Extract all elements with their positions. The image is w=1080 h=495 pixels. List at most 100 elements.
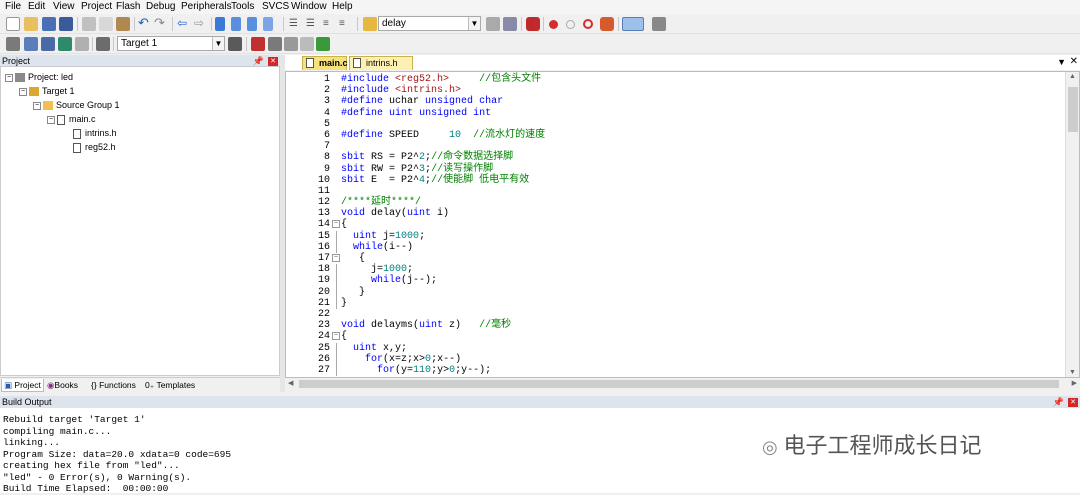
pin-icon[interactable]: 📌 xyxy=(1053,396,1064,408)
fold-guide xyxy=(336,241,337,253)
nav-forward-icon[interactable]: ⇨ xyxy=(194,17,208,31)
bookmark-prev-icon[interactable] xyxy=(231,17,241,31)
translate-icon[interactable] xyxy=(6,37,20,51)
code-text: j=1000; xyxy=(341,264,414,276)
code-editor[interactable]: 1 #include <reg52.h> //包含头文件 2 #include <in… xyxy=(285,71,1080,378)
find-combo[interactable]: delay ▼ xyxy=(378,16,481,31)
collapse-icon[interactable]: − xyxy=(47,115,55,124)
breakpoint-disable-icon[interactable] xyxy=(566,20,575,29)
undo-icon[interactable]: ↶ xyxy=(138,16,152,31)
tab-main-c[interactable]: main.c xyxy=(302,56,348,70)
tab-templates[interactable]: 0₊ Templates xyxy=(143,379,197,392)
breakpoint-kill-all-icon[interactable] xyxy=(600,17,614,31)
code-line: 15 uint j=1000; xyxy=(286,230,1056,242)
horizontal-scrollbar[interactable]: ◀ ▶ xyxy=(285,378,1080,390)
code-text: #define uchar unsigned char xyxy=(341,96,504,108)
breakpoint-disable-all-icon[interactable] xyxy=(583,19,593,29)
line-number: 12 xyxy=(317,197,330,209)
find-in-files-icon[interactable] xyxy=(363,17,377,31)
scroll-down-icon[interactable]: ▼ xyxy=(1069,369,1076,376)
tab-list-dropdown-icon[interactable]: ▼ xyxy=(1057,57,1066,67)
collapse-icon[interactable]: − xyxy=(19,87,27,96)
bookmark-set-icon[interactable] xyxy=(215,17,225,31)
tab-functions[interactable]: {} Functions xyxy=(89,379,138,392)
tab-project[interactable]: ▣ Project xyxy=(1,379,44,392)
menu-svcs[interactable]: SVCS xyxy=(262,1,289,12)
menu-tools[interactable]: Tools xyxy=(231,1,254,12)
menu-help[interactable]: Help xyxy=(332,1,353,12)
save-icon[interactable] xyxy=(42,17,56,31)
redo-icon[interactable]: ↷ xyxy=(154,16,168,31)
tree-item-reg52-h[interactable]: reg52.h xyxy=(73,140,116,154)
collapse-icon[interactable]: − xyxy=(33,101,41,110)
download-icon[interactable] xyxy=(96,37,110,51)
menu-flash[interactable]: Flash xyxy=(116,1,140,12)
tree-item-label: main.c xyxy=(69,114,96,124)
scroll-up-icon[interactable]: ▲ xyxy=(1069,73,1076,80)
open-folder-icon[interactable] xyxy=(24,17,38,31)
copy-icon[interactable] xyxy=(99,17,113,31)
manage-rte-icon[interactable] xyxy=(300,37,314,51)
scroll-right-icon[interactable]: ▶ xyxy=(1072,379,1077,387)
bookmark-clear-icon[interactable] xyxy=(263,17,273,31)
window-layout-icon[interactable] xyxy=(622,17,644,31)
debug-session-icon[interactable] xyxy=(526,17,540,31)
tab-books[interactable]: ◉Books xyxy=(45,379,80,392)
close-editor-icon[interactable]: ✕ xyxy=(1070,56,1078,67)
scroll-thumb[interactable] xyxy=(299,380,1059,388)
save-all-icon[interactable] xyxy=(59,17,73,31)
target-combo[interactable]: Target 1 ▼ xyxy=(117,36,225,51)
manage-project-items-icon[interactable] xyxy=(251,37,265,51)
tree-item-source-group[interactable]: − Source Group 1 xyxy=(33,98,120,112)
tree-item-project[interactable]: − Project: led xyxy=(5,70,73,84)
close-icon[interactable]: ✕ xyxy=(268,57,278,67)
vertical-scrollbar[interactable]: ▲ ▼ xyxy=(1065,72,1079,377)
build-icon[interactable] xyxy=(24,37,38,51)
pack-installer-icon[interactable] xyxy=(316,37,330,51)
indent-icon[interactable]: ☰ xyxy=(289,17,303,31)
find-icon[interactable] xyxy=(503,17,517,31)
menu-peripherals[interactable]: Peripherals xyxy=(181,1,232,12)
paste-icon[interactable] xyxy=(116,17,130,31)
collapse-icon[interactable]: − xyxy=(5,73,13,82)
nav-back-icon[interactable]: ⇦ xyxy=(177,17,191,31)
build-line: creating hex file from "led"... xyxy=(3,460,180,471)
tree-item-intrins-h[interactable]: intrins.h xyxy=(73,126,117,140)
breakpoint-icon[interactable] xyxy=(549,20,558,29)
incremental-find-icon[interactable] xyxy=(486,17,500,31)
comment-icon[interactable]: ≡ xyxy=(323,17,337,31)
fold-icon[interactable]: − xyxy=(332,254,340,262)
menu-file[interactable]: File xyxy=(5,1,21,12)
chevron-down-icon[interactable]: ▼ xyxy=(468,17,480,30)
unindent-icon[interactable]: ☰ xyxy=(306,17,320,31)
fold-icon[interactable]: − xyxy=(332,332,340,341)
new-file-icon[interactable] xyxy=(6,17,20,31)
target-options-icon[interactable] xyxy=(228,37,242,51)
menu-edit[interactable]: Edit xyxy=(28,1,45,12)
tree-item-main-c[interactable]: − main.c xyxy=(47,112,96,126)
menu-debug[interactable]: Debug xyxy=(146,1,175,12)
code-text: } xyxy=(341,286,366,298)
file-extensions-icon[interactable] xyxy=(268,37,282,51)
tree-item-target[interactable]: − Target 1 xyxy=(19,84,75,98)
rebuild-icon[interactable] xyxy=(41,37,55,51)
code-text: #define uint unsigned int xyxy=(341,107,492,119)
fold-icon[interactable]: − xyxy=(332,220,340,229)
select-packs-icon[interactable] xyxy=(284,37,298,51)
batch-build-icon[interactable] xyxy=(58,37,72,51)
configure-icon[interactable] xyxy=(652,17,666,31)
menu-view[interactable]: View xyxy=(53,1,75,12)
chevron-down-icon[interactable]: ▼ xyxy=(212,37,224,50)
bookmark-next-icon[interactable] xyxy=(247,17,257,31)
scroll-thumb[interactable] xyxy=(1068,87,1078,132)
uncomment-icon[interactable]: ≡ xyxy=(339,17,353,31)
tree-item-label: reg52.h xyxy=(85,142,116,152)
menu-bar: File Edit View Project Flash Debug Perip… xyxy=(0,0,1080,14)
scroll-left-icon[interactable]: ◀ xyxy=(288,379,293,387)
close-icon[interactable]: ✕ xyxy=(1068,398,1078,408)
cut-icon[interactable] xyxy=(82,17,96,31)
tab-intrins-h[interactable]: intrins.h xyxy=(349,56,413,70)
menu-window[interactable]: Window xyxy=(291,1,327,12)
menu-project[interactable]: Project xyxy=(81,1,112,12)
stop-build-icon[interactable] xyxy=(75,37,89,51)
